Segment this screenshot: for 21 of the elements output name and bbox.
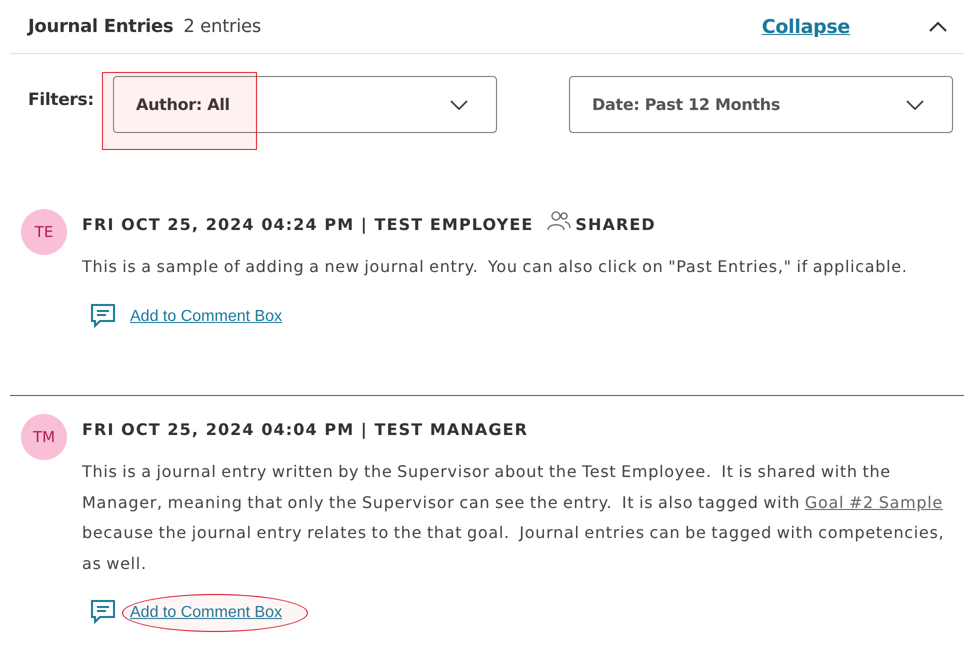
chevron-down-icon [906, 100, 924, 110]
chevron-down-icon [450, 100, 468, 110]
comment-icon[interactable] [90, 302, 116, 328]
entry-count: 2 entries [183, 16, 262, 37]
filter-dropdown[interactable]: Author: All [113, 76, 497, 133]
shared-label: SHARED [575, 214, 656, 234]
add-to-comment-box-link[interactable]: Add to Comment Box [130, 308, 282, 324]
entry-text: This is a sample of adding a new journal entry. You can also click on "Past Entries," if applicable. [82, 256, 909, 278]
avatar: TE [21, 209, 67, 255]
chevron-up-icon[interactable] [928, 20, 948, 32]
entry-text: This is a journal entry written by the Supervisor about the Test Employee. It is shared with the Manager, meaning that only the Supervisor can see the entry. It is also tagged with Goal #2 Sample because the journal entry relates to the that goal. Journal entries can be tagged with competencies, as well. [82, 461, 946, 574]
filter-dropdown[interactable]: Date: Past 12 Months [569, 76, 953, 133]
add-to-comment-box-link[interactable]: Add to Comment Box [130, 604, 282, 621]
goal-link[interactable]: Goal #2 Sample [804, 492, 943, 512]
entry-header: FRI OCT 25, 2024 04:04 PM | TEST MANAGER [82, 420, 528, 438]
collapse-link[interactable]: Collapse [762, 16, 850, 38]
avatar: TM [21, 414, 67, 460]
filters-label: Filters: [28, 90, 95, 110]
comment-icon[interactable] [90, 599, 116, 625]
entry-header: FRI OCT 25, 2024 04:24 PM | TEST EMPLOYEE [82, 214, 534, 234]
section-title: Journal Entries [28, 16, 174, 37]
